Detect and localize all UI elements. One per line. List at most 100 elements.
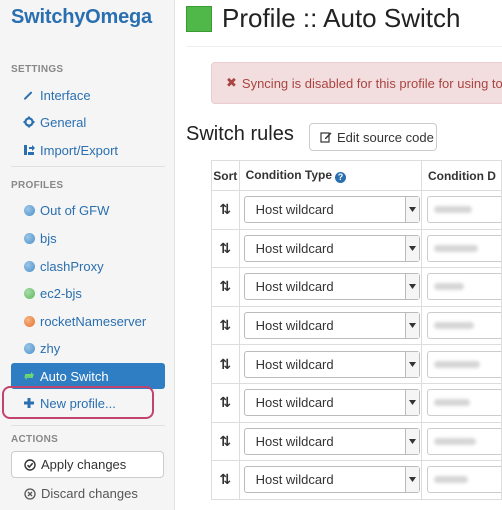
table-row: ⇅ Host wildcard <box>211 421 502 462</box>
sort-handle[interactable]: ⇅ <box>211 305 240 346</box>
dropdown-arrow-icon <box>404 197 419 223</box>
redacted-value <box>433 360 480 368</box>
edit-icon <box>320 131 332 143</box>
apply-changes-button[interactable]: Apply changes <box>11 451 164 478</box>
condition-type-select[interactable]: Host wildcard <box>243 350 420 378</box>
redacted-value <box>433 244 478 252</box>
condition-type-cell: Host wildcard <box>238 305 422 346</box>
sort-handle[interactable]: ⇅ <box>211 228 240 269</box>
sort-handle[interactable]: ⇅ <box>211 267 240 307</box>
dropdown-arrow-icon <box>404 428 419 454</box>
dropdown-arrow-icon <box>404 274 419 300</box>
condition-details-cell <box>420 228 502 269</box>
condition-type-cell: Host wildcard <box>238 460 422 500</box>
discard-changes-button[interactable]: Discard changes <box>24 486 138 501</box>
edit-source-code-button[interactable]: Edit source code <box>309 123 437 151</box>
condition-type-select[interactable]: Host wildcard <box>243 196 420 224</box>
table-row: ⇅ Host wildcard <box>211 190 502 230</box>
sidebar-item-zhy[interactable]: zhy <box>11 335 165 361</box>
sidebar-item-clashproxy[interactable]: clashProxy <box>11 253 165 279</box>
dropdown-arrow-icon <box>404 351 419 377</box>
wrench-icon <box>23 89 35 101</box>
condition-type-select[interactable]: Host wildcard <box>243 389 420 417</box>
condition-details-input[interactable] <box>426 196 501 224</box>
condition-details-cell <box>420 382 502 423</box>
condition-details-input[interactable] <box>426 466 501 494</box>
divider <box>11 166 165 167</box>
profiles-header: PROFILES <box>11 180 64 191</box>
sidebar-item-label: Interface <box>40 87 91 103</box>
table-row: ⇅ Host wildcard <box>211 344 502 384</box>
condition-type-select[interactable]: Host wildcard <box>243 273 420 301</box>
condition-details-input[interactable] <box>426 427 501 455</box>
sidebar-item-label: ec2-bjs <box>40 285 82 301</box>
condition-details-input[interactable] <box>426 350 501 378</box>
gear-icon <box>23 116 35 128</box>
condition-type-select[interactable]: Host wildcard <box>243 466 420 494</box>
divider <box>11 425 165 426</box>
sidebar-item-label: Out of GFW <box>40 202 110 218</box>
help-icon[interactable]: ? <box>335 172 347 183</box>
sidebar-item-label: General <box>40 114 87 130</box>
table-row: ⇅ Host wildcard <box>211 267 502 307</box>
table-row: ⇅ Host wildcard <box>211 305 502 346</box>
table-row: ⇅ Host wildcard <box>211 460 502 500</box>
actions-header: ACTIONS <box>11 434 59 445</box>
switch-rules-title: Switch rules <box>186 123 294 145</box>
sidebar-item-rocketnameserver[interactable]: rocketNameserver <box>11 308 165 334</box>
dropdown-arrow-icon <box>404 235 419 261</box>
globe-icon <box>23 232 35 244</box>
globe-icon <box>23 204 35 216</box>
sort-arrows-icon: ⇅ <box>219 201 232 218</box>
condition-type-cell: Host wildcard <box>238 421 422 462</box>
sidebar-item-label: Auto Switch <box>40 368 109 384</box>
redacted-value <box>433 437 476 445</box>
profile-color-swatch[interactable] <box>186 6 212 32</box>
table-row: ⇅ Host wildcard <box>211 228 502 269</box>
condition-type-cell: Host wildcard <box>238 382 422 423</box>
sidebar-item-out-of-gfw[interactable]: Out of GFW <box>11 197 165 223</box>
condition-type-cell: Host wildcard <box>238 190 422 230</box>
sort-handle[interactable]: ⇅ <box>211 421 240 462</box>
condition-details-cell <box>420 190 502 230</box>
globe-icon <box>23 287 35 299</box>
dropdown-arrow-icon <box>404 467 419 493</box>
table-row: ⇅ Host wildcard <box>211 382 502 423</box>
error-x-icon: ✖ <box>226 75 237 90</box>
sort-handle[interactable]: ⇅ <box>211 382 240 423</box>
condition-type-select[interactable]: Host wildcard <box>243 427 420 455</box>
column-header-condition-type: Condition Type? <box>238 160 422 191</box>
redacted-value <box>433 476 468 484</box>
sort-arrows-icon: ⇅ <box>219 317 232 334</box>
condition-details-input[interactable] <box>426 273 501 301</box>
condition-type-select[interactable]: Host wildcard <box>243 312 420 340</box>
sort-handle[interactable]: ⇅ <box>211 190 240 230</box>
sidebar-item-import-export[interactable]: Import/Export <box>11 137 165 163</box>
page-title: Profile :: Auto Switch <box>222 3 461 33</box>
auto-switch-icon <box>23 370 35 382</box>
condition-details-input[interactable] <box>426 389 501 417</box>
condition-type-cell: Host wildcard <box>238 228 422 269</box>
alert-text: Syncing is disabled for this profile for… <box>241 75 502 91</box>
x-circle-icon <box>24 487 36 500</box>
dropdown-arrow-icon <box>404 390 419 416</box>
sort-handle[interactable]: ⇅ <box>211 344 240 384</box>
sidebar-item-ec2-bjs[interactable]: ec2-bjs <box>11 280 165 306</box>
condition-type-select[interactable]: Host wildcard <box>243 234 420 262</box>
highlight-annotation <box>2 386 154 419</box>
sidebar-item-interface[interactable]: Interface <box>11 82 165 108</box>
redacted-value <box>433 399 470 407</box>
sync-disabled-alert: ✖ Syncing is disabled for this profile f… <box>211 62 502 104</box>
app-brand: SwitchyOmega <box>11 6 152 28</box>
sidebar-item-general[interactable]: General <box>11 109 165 135</box>
column-header-condition-details: Condition D <box>420 160 502 191</box>
condition-details-input[interactable] <box>426 234 501 262</box>
sidebar-item-label: Import/Export <box>40 142 119 158</box>
sidebar-item-bjs[interactable]: bjs <box>11 225 165 251</box>
sort-handle[interactable]: ⇅ <box>211 460 240 500</box>
redacted-value <box>433 206 472 214</box>
sidebar-item-label: rocketNameserver <box>40 313 147 329</box>
condition-details-input[interactable] <box>426 312 501 340</box>
condition-details-cell <box>420 460 502 500</box>
sort-arrows-icon: ⇅ <box>219 278 232 295</box>
